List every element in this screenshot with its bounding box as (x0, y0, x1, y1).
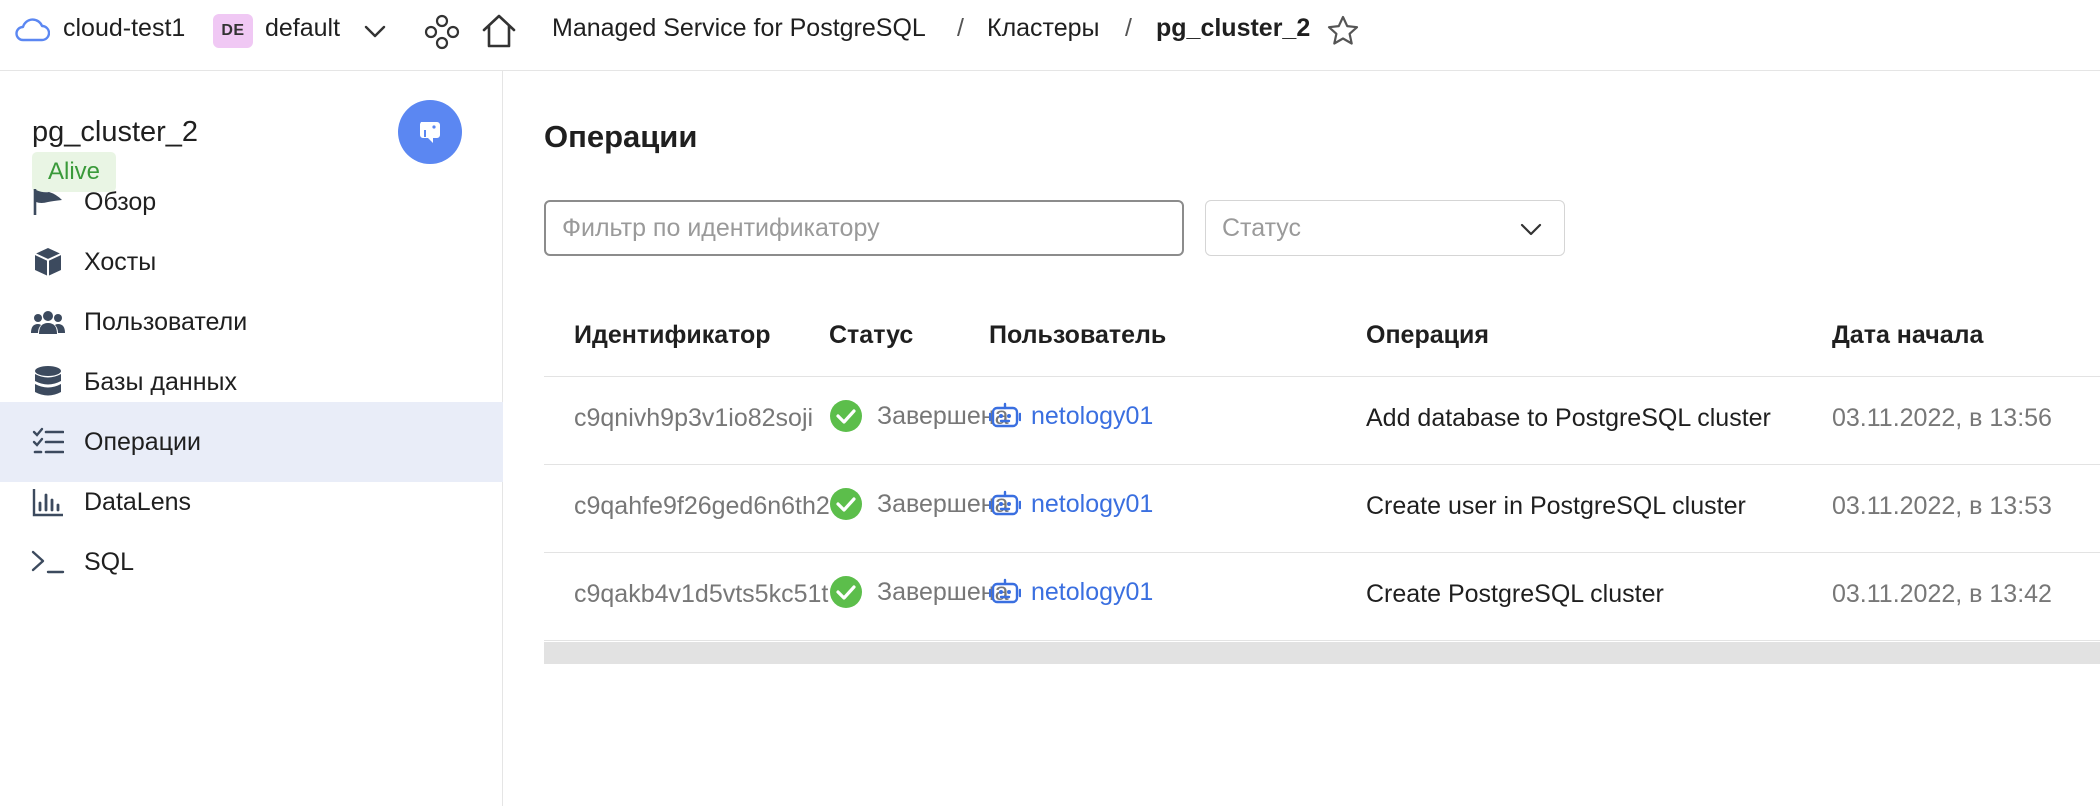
user-link[interactable]: netology01 (989, 489, 1153, 519)
sidebar-item-label: Пользователи (84, 307, 248, 336)
operation-id[interactable]: c9qahfe9f26ged6n6th2 (574, 492, 830, 521)
status-select[interactable]: Статус (1205, 200, 1565, 256)
breadcrumb-clusters[interactable]: Кластеры (987, 14, 1100, 43)
sidebar-item-sql[interactable]: SQL (0, 522, 503, 602)
robot-icon (989, 490, 1021, 516)
cluster-name: pg_cluster_2 (32, 116, 199, 148)
postgresql-icon (398, 100, 462, 164)
user-name[interactable]: netology01 (1031, 490, 1153, 519)
operation-id[interactable]: c9qnivh9p3v1io82soji (574, 404, 813, 433)
chevron-down-icon (1520, 223, 1542, 236)
user-link[interactable]: netology01 (989, 577, 1153, 607)
sidebar-item-label: Хосты (84, 247, 157, 276)
breadcrumb-separator: / (957, 14, 964, 42)
services-icon[interactable] (424, 14, 460, 50)
breadcrumb-service[interactable]: Managed Service for PostgreSQL (552, 14, 926, 43)
flag-icon (30, 184, 66, 220)
check-circle-icon (830, 488, 862, 520)
users-icon (30, 304, 66, 340)
user-name[interactable]: netology01 (1031, 578, 1153, 607)
operation-description: Create user in PostgreSQL cluster (1366, 492, 1746, 520)
horizontal-scrollbar[interactable] (544, 642, 2100, 664)
main-content: Операции Статус Идентификатор Статус Пол… (504, 71, 2100, 806)
status-select-placeholder: Статус (1222, 213, 1302, 242)
sidebar-item-label: Базы данных (84, 367, 237, 396)
operation-status: Завершена (829, 399, 1008, 433)
column-header-status[interactable]: Статус (829, 321, 913, 350)
robot-icon (989, 402, 1021, 428)
start-date: 03.11.2022, в 13:42 (1832, 580, 2052, 608)
operation-id[interactable]: c9qakb4v1d5vts5kc51t (574, 580, 828, 609)
top-bar: cloud-test1 DE default Managed Service f… (0, 0, 2100, 71)
sidebar-item-label: Обзор (84, 187, 157, 216)
start-date: 03.11.2022, в 13:53 (1832, 492, 2052, 520)
breadcrumb-separator: / (1125, 14, 1132, 42)
sidebar-item-label: DataLens (84, 487, 192, 516)
user-name[interactable]: netology01 (1031, 402, 1153, 431)
id-filter-input[interactable] (544, 200, 1184, 256)
operation-status: Завершена (829, 487, 1008, 521)
cloud-name[interactable]: cloud-test1 (63, 14, 185, 43)
terminal-icon (30, 544, 66, 580)
chevron-down-icon[interactable] (362, 20, 388, 42)
checklist-icon (30, 424, 66, 460)
column-header-user[interactable]: Пользователь (989, 321, 1166, 350)
folder-name[interactable]: default (265, 14, 340, 43)
cloud-icon[interactable] (14, 16, 50, 44)
sidebar: pg_cluster_2 Alive Обзор Хосты Пользоват… (0, 71, 503, 806)
user-link[interactable]: netology01 (989, 401, 1153, 431)
star-icon[interactable] (1326, 14, 1360, 48)
bar-chart-icon (30, 484, 66, 520)
operation-status: Завершена (829, 575, 1008, 609)
table-row[interactable]: c9qnivh9p3v1io82soji Завершена netology0… (544, 377, 2100, 465)
robot-icon (989, 578, 1021, 604)
column-header-operation[interactable]: Операция (1366, 321, 1489, 350)
sidebar-item-label: Операции (84, 427, 201, 456)
operation-description: Add database to PostgreSQL cluster (1366, 404, 1771, 432)
operation-description: Create PostgreSQL cluster (1366, 580, 1664, 608)
table-row[interactable]: c9qahfe9f26ged6n6th2 Завершена netology0… (544, 465, 2100, 553)
column-header-id[interactable]: Идентификатор (574, 321, 771, 350)
check-circle-icon (830, 400, 862, 432)
start-date: 03.11.2022, в 13:56 (1832, 404, 2052, 432)
breadcrumb-current: pg_cluster_2 (1156, 14, 1311, 42)
column-header-start-date[interactable]: Дата начала (1832, 321, 1983, 350)
sidebar-item-label: SQL (84, 547, 135, 576)
table-row[interactable]: c9qakb4v1d5vts5kc51t Завершена netology0… (544, 553, 2100, 641)
home-icon[interactable] (480, 12, 518, 50)
cube-icon (30, 244, 66, 280)
check-circle-icon (830, 576, 862, 608)
page-title: Операции (544, 119, 698, 154)
folder-badge[interactable]: DE (213, 14, 253, 48)
database-icon (30, 364, 66, 400)
